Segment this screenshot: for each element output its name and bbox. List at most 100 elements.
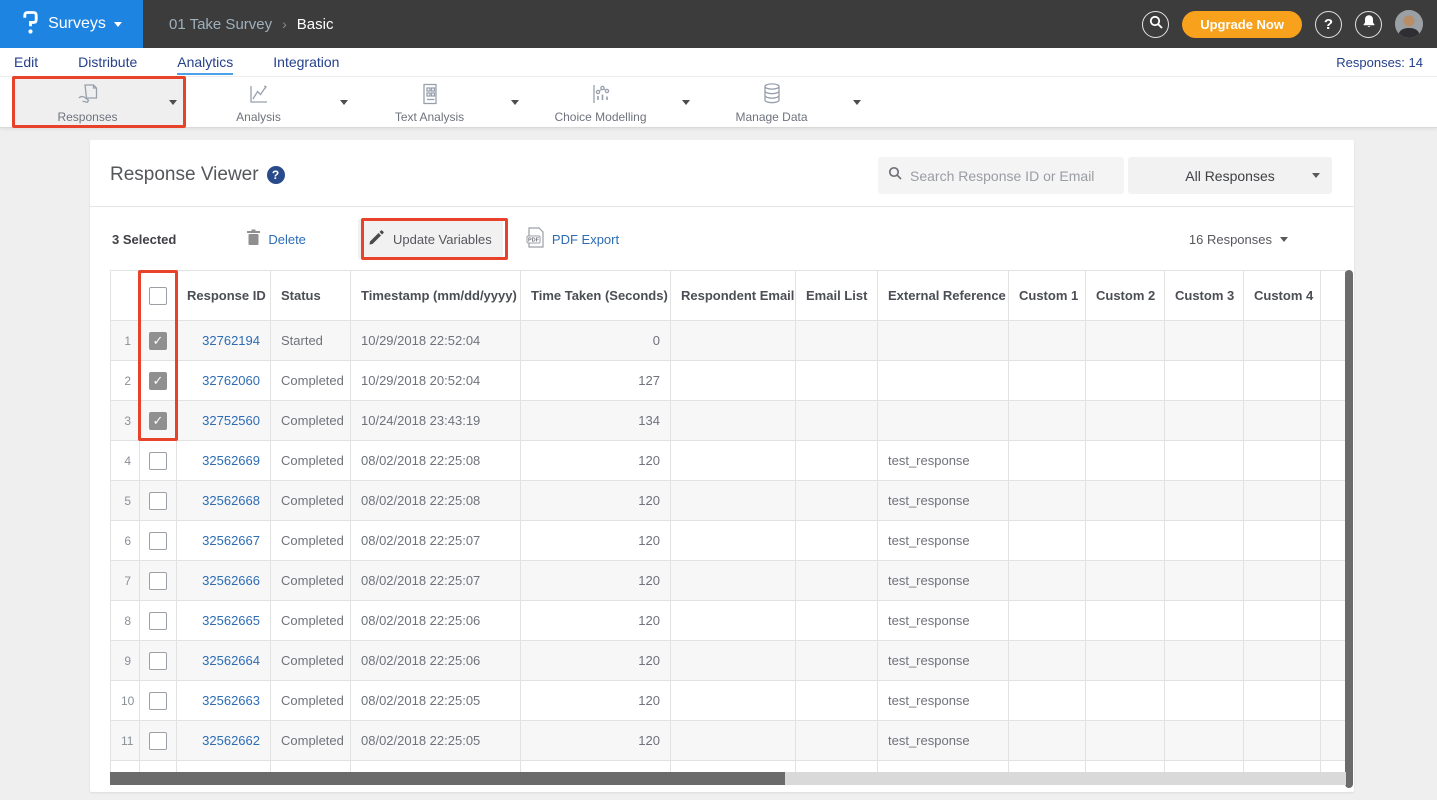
row-checkbox[interactable] xyxy=(149,652,167,670)
chevron-down-icon[interactable] xyxy=(332,100,356,105)
response-id-cell: 32562662 xyxy=(177,721,271,761)
response-id-link[interactable]: 32562667 xyxy=(202,533,260,548)
external-reference-cell xyxy=(878,361,1009,401)
row-checkbox[interactable] xyxy=(149,492,167,510)
respondent-email-cell xyxy=(671,601,796,641)
row-number-cell: 9 xyxy=(111,641,140,681)
pdf-export-button[interactable]: PDF PDF Export xyxy=(526,227,619,251)
response-id-link[interactable]: 32562666 xyxy=(202,573,260,588)
clipped-cell xyxy=(1321,481,1346,521)
custom-2-cell xyxy=(1086,401,1165,441)
user-avatar[interactable] xyxy=(1395,10,1423,38)
update-variables-button[interactable]: Update Variables xyxy=(358,219,503,259)
row-checkbox[interactable]: ✓ xyxy=(149,412,167,430)
clipped-cell xyxy=(1321,361,1346,401)
search-input[interactable] xyxy=(910,168,1114,184)
response-id-link[interactable]: 32562664 xyxy=(202,653,260,668)
row-checkbox[interactable] xyxy=(149,612,167,630)
toolbar-item-label: Choice Modelling xyxy=(554,110,646,124)
responses-per-page-value: 16 Responses xyxy=(1189,232,1272,247)
column-header-label: Custom 2 xyxy=(1096,288,1155,303)
custom-1-cell xyxy=(1009,441,1086,481)
response-viewer-card: Response Viewer ? All Responses 3 Select… xyxy=(90,140,1354,792)
email-list-cell xyxy=(796,601,878,641)
column-header-response-id[interactable]: Response ID xyxy=(177,271,271,321)
row-checkbox[interactable] xyxy=(149,572,167,590)
custom-2-cell xyxy=(1086,361,1165,401)
response-id-cell: 32562666 xyxy=(177,561,271,601)
breadcrumb: 01 Take Survey › Basic xyxy=(169,16,333,33)
column-header-label: Custom 4 xyxy=(1254,288,1313,303)
timestamp-cell: 10/29/2018 20:52:04 xyxy=(351,361,521,401)
toolbar-item-responses[interactable]: Responses xyxy=(14,77,185,128)
column-header-custom-4: Custom 4 xyxy=(1244,271,1321,321)
upgrade-now-button[interactable]: Upgrade Now xyxy=(1182,11,1302,38)
column-header-time-taken-seconds-[interactable]: Time Taken (Seconds) xyxy=(521,271,671,321)
custom-3-cell xyxy=(1165,441,1244,481)
surveys-menu[interactable]: Surveys xyxy=(0,0,143,48)
custom-4-cell xyxy=(1244,721,1321,761)
clipped-cell xyxy=(1321,561,1346,601)
response-id-link[interactable]: 32752560 xyxy=(202,413,260,428)
analytics-toolbar: Responses Analysis xyxy=(0,77,1437,128)
tab-edit[interactable]: Edit xyxy=(14,50,38,75)
email-list-cell xyxy=(796,521,878,561)
row-checkbox-cell: ✓ xyxy=(140,361,177,401)
notifications-button[interactable] xyxy=(1355,11,1382,38)
row-number-cell: 4 xyxy=(111,441,140,481)
row-checkbox[interactable] xyxy=(149,732,167,750)
responses-per-page-dropdown[interactable]: 16 Responses xyxy=(1189,232,1288,247)
time-taken-cell: 120 xyxy=(521,641,671,681)
toolbar-item-analysis[interactable]: Analysis xyxy=(185,77,356,128)
column-header-label: Response ID xyxy=(187,288,266,303)
response-id-link[interactable]: 32562669 xyxy=(202,453,260,468)
response-id-cell: 32562667 xyxy=(177,521,271,561)
external-reference-cell: test_response xyxy=(878,481,1009,521)
column-header-timestamp-mm-dd-yyyy-[interactable]: Timestamp (mm/dd/yyyy) xyxy=(351,271,521,321)
custom-2-cell xyxy=(1086,441,1165,481)
row-checkbox[interactable] xyxy=(149,532,167,550)
table-horizontal-scrollbar-thumb[interactable] xyxy=(110,772,785,785)
search-button[interactable] xyxy=(1142,11,1169,38)
tab-integration[interactable]: Integration xyxy=(273,50,339,75)
table-horizontal-scrollbar-track[interactable] xyxy=(110,772,1346,785)
surveys-menu-label: Surveys xyxy=(48,15,106,33)
row-checkbox[interactable] xyxy=(149,692,167,710)
custom-3-cell xyxy=(1165,681,1244,721)
response-id-link[interactable]: 32562665 xyxy=(202,613,260,628)
toolbar-item-choice-modelling[interactable]: Choice Modelling xyxy=(527,77,698,128)
tab-distribute[interactable]: Distribute xyxy=(78,50,137,75)
external-reference-cell: test_response xyxy=(878,601,1009,641)
chevron-down-icon[interactable] xyxy=(674,100,698,105)
custom-2-cell xyxy=(1086,321,1165,361)
breadcrumb-survey-name[interactable]: 01 Take Survey xyxy=(169,16,272,33)
chevron-down-icon[interactable] xyxy=(161,100,185,105)
tab-analytics[interactable]: Analytics xyxy=(177,50,233,75)
respondent-email-cell xyxy=(671,721,796,761)
chevron-down-icon[interactable] xyxy=(845,100,869,105)
response-id-cell: 32562668 xyxy=(177,481,271,521)
time-taken-cell: 120 xyxy=(521,601,671,641)
response-id-link[interactable]: 32562662 xyxy=(202,733,260,748)
row-checkbox[interactable] xyxy=(149,452,167,470)
help-icon[interactable]: ? xyxy=(267,166,285,184)
chevron-down-icon[interactable] xyxy=(503,100,527,105)
custom-4-cell xyxy=(1244,641,1321,681)
table-vertical-scrollbar[interactable] xyxy=(1345,270,1353,788)
response-id-link[interactable]: 32562668 xyxy=(202,493,260,508)
response-id-link[interactable]: 32562663 xyxy=(202,693,260,708)
delete-button[interactable]: Delete xyxy=(246,229,306,249)
select-all-checkbox[interactable] xyxy=(149,287,167,305)
response-filter-dropdown[interactable]: All Responses xyxy=(1128,157,1332,194)
response-id-link[interactable]: 32762194 xyxy=(202,333,260,348)
toolbar-item-text-analysis[interactable]: Text Analysis xyxy=(356,77,527,128)
toolbar-item-manage-data[interactable]: Manage Data xyxy=(698,77,869,128)
timestamp-cell: 08/02/2018 22:25:08 xyxy=(351,441,521,481)
row-number-cell: 2 xyxy=(111,361,140,401)
column-header-status: Status xyxy=(271,271,351,321)
row-checkbox[interactable]: ✓ xyxy=(149,332,167,350)
row-checkbox[interactable]: ✓ xyxy=(149,372,167,390)
response-id-link[interactable]: 32762060 xyxy=(202,373,260,388)
custom-3-cell xyxy=(1165,601,1244,641)
help-button[interactable]: ? xyxy=(1315,11,1342,38)
